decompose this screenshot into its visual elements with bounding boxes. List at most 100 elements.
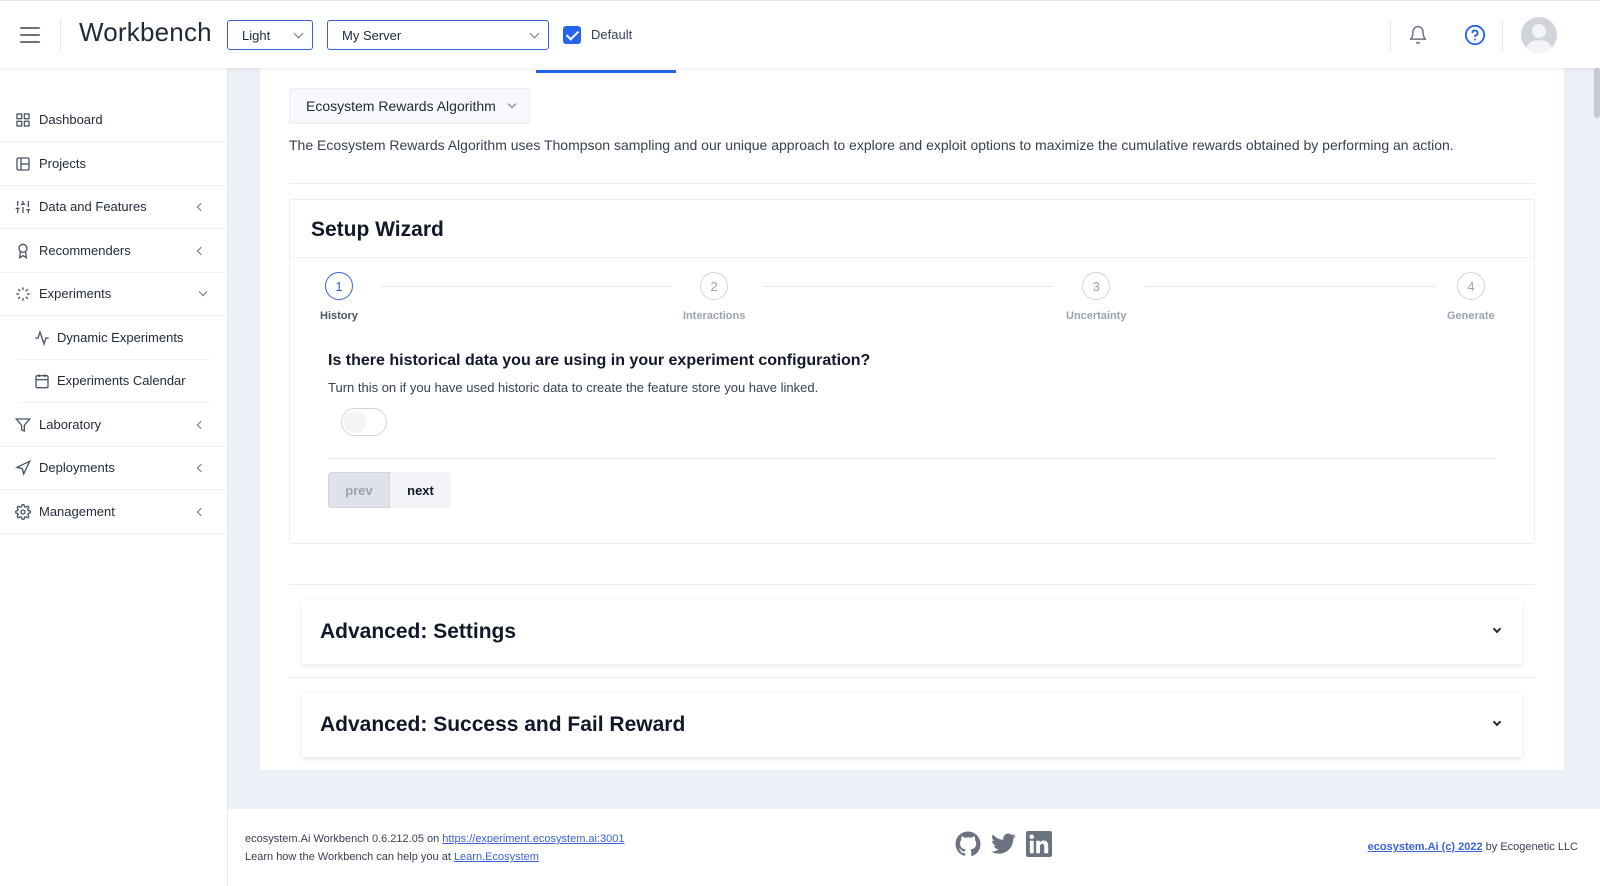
divider <box>60 19 61 51</box>
step-number: 3 <box>1082 272 1111 300</box>
sidebar-item-label: Projects <box>39 156 86 171</box>
divider <box>289 584 1535 585</box>
historical-data-toggle[interactable] <box>341 408 387 436</box>
advanced-reward-accordion[interactable]: Advanced: Success and Fail Reward <box>302 693 1522 757</box>
chevron-left-icon <box>196 202 206 211</box>
theme-select-value: Light <box>242 27 271 43</box>
copyright-text: by Ecogenetic LLC <box>1482 841 1578 853</box>
divider <box>289 677 1535 678</box>
sidebar: Dashboard Projects Data and Features Rec… <box>0 68 228 886</box>
scrollbar[interactable] <box>1594 68 1600 118</box>
app-title: Workbench <box>79 17 212 47</box>
wizard-step-generate[interactable]: 4 Generate <box>1447 272 1495 322</box>
wizard-question: Is there historical data you are using i… <box>328 352 871 369</box>
sidebar-item-deployments[interactable]: Deployments <box>0 446 228 490</box>
linkedin-icon[interactable] <box>1026 831 1052 857</box>
server-select[interactable]: My Server <box>327 20 549 50</box>
sidebar-item-experiments-calendar[interactable]: Experiments Calendar <box>18 359 210 403</box>
divider <box>290 257 1534 258</box>
sidebar-item-dynamic-experiments[interactable]: Dynamic Experiments <box>18 316 210 360</box>
sidebar-item-management[interactable]: Management <box>0 490 228 534</box>
chevron-left-icon <box>196 246 206 255</box>
divider <box>328 458 1496 459</box>
sliders-icon <box>15 200 31 213</box>
bell-icon[interactable] <box>1408 25 1428 45</box>
sidebar-item-projects[interactable]: Projects <box>0 142 228 186</box>
sidebar-item-label: Experiments Calendar <box>57 373 186 388</box>
top-bar: Workbench Light My Server Default <box>0 0 1600 68</box>
next-button[interactable]: next <box>390 472 451 508</box>
chevron-down-icon <box>293 28 304 39</box>
wizard-step-interactions[interactable]: 2 Interactions <box>683 272 745 322</box>
server-url-link[interactable]: https://experiment.ecosystem.ai:3001 <box>442 833 624 845</box>
sidebar-item-laboratory[interactable]: Laboratory <box>0 403 228 447</box>
chevron-down-icon <box>507 99 517 109</box>
wizard-step-uncertainty[interactable]: 3 Uncertainty <box>1066 272 1127 322</box>
send-icon <box>15 459 31 476</box>
theme-select[interactable]: Light <box>227 20 313 50</box>
chevron-down-icon <box>529 28 540 39</box>
sidebar-item-label: Laboratory <box>39 417 102 432</box>
divider <box>1502 19 1503 51</box>
footer-version: ecosystem.Ai Workbench 0.6.212.05 on htt… <box>245 833 625 845</box>
step-connector <box>763 286 1053 287</box>
server-select-value: My Server <box>342 27 402 43</box>
divider <box>289 183 1535 184</box>
sidebar-item-recommenders[interactable]: Recommenders <box>0 229 228 273</box>
wizard-title: Setup Wizard <box>311 218 444 241</box>
step-label: Uncertainty <box>1066 310 1127 322</box>
footer-learn-text: Learn how the Workbench can help you at <box>245 851 454 863</box>
algorithm-select[interactable]: Ecosystem Rewards Algorithm <box>289 88 530 124</box>
chevron-left-icon <box>196 420 206 429</box>
wizard-step-history[interactable]: 1 History <box>320 272 358 322</box>
footer-copyright: ecosystem.Ai (c) 2022 by Ecogenetic LLC <box>1368 841 1578 853</box>
chevron-down-icon <box>1492 717 1502 727</box>
chevron-left-icon <box>196 463 206 472</box>
filter-icon <box>15 417 31 432</box>
settings-icon <box>15 503 31 520</box>
award-icon <box>18 243 28 259</box>
loader-icon <box>16 286 30 301</box>
step-number: 2 <box>700 272 729 300</box>
github-icon[interactable] <box>955 831 981 857</box>
sidebar-item-label: Data and Features <box>39 199 147 214</box>
step-number: 1 <box>324 272 353 300</box>
sidebar-item-label: Dashboard <box>39 112 103 127</box>
footer-learn: Learn how the Workbench can help you at … <box>245 851 539 863</box>
sidebar-item-label: Management <box>39 504 115 519</box>
activity-icon <box>35 329 49 346</box>
avatar[interactable] <box>1521 17 1557 53</box>
sidebar-item-label: Deployments <box>39 460 115 475</box>
copyright-link[interactable]: ecosystem.Ai (c) 2022 <box>1368 841 1483 853</box>
accordion-title: Advanced: Settings <box>320 620 517 643</box>
sidebar-item-label: Recommenders <box>39 243 131 258</box>
learn-ecosystem-link[interactable]: Learn.Ecosystem <box>454 851 539 863</box>
twitter-icon[interactable] <box>991 831 1017 857</box>
algorithm-description: The Ecosystem Rewards Algorithm uses Tho… <box>289 137 1454 153</box>
step-connector <box>1145 286 1435 287</box>
sidebar-item-dashboard[interactable]: Dashboard <box>0 98 228 142</box>
step-connector <box>382 286 672 287</box>
divider <box>1390 19 1391 51</box>
sidebar-item-experiments[interactable]: Experiments <box>0 272 228 316</box>
sidebar-item-data-and-features[interactable]: Data and Features <box>0 185 228 229</box>
prev-button[interactable]: prev <box>328 472 390 508</box>
step-label: Generate <box>1447 310 1495 322</box>
help-circle-icon[interactable] <box>1464 24 1486 46</box>
setup-wizard: Setup Wizard 1 History 2 Interactions 3 … <box>289 199 1535 544</box>
wizard-question-help: Turn this on if you have used historic d… <box>328 380 819 395</box>
chevron-down-icon <box>198 287 208 297</box>
step-label: Interactions <box>683 310 746 322</box>
sidebar-item-label: Dynamic Experiments <box>57 330 184 345</box>
active-tab-indicator <box>536 70 676 73</box>
step-label: History <box>320 310 358 322</box>
default-checkbox[interactable] <box>563 26 581 44</box>
footer-version-text: ecosystem.Ai Workbench 0.6.212.05 on <box>245 833 443 845</box>
calendar-icon <box>35 373 49 388</box>
grid-icon <box>16 112 30 127</box>
accordion-title: Advanced: Success and Fail Reward <box>320 713 686 736</box>
menu-icon[interactable] <box>20 27 40 43</box>
algorithm-select-value: Ecosystem Rewards Algorithm <box>306 98 496 114</box>
advanced-settings-accordion[interactable]: Advanced: Settings <box>302 600 1522 664</box>
project-board-icon <box>16 156 30 171</box>
